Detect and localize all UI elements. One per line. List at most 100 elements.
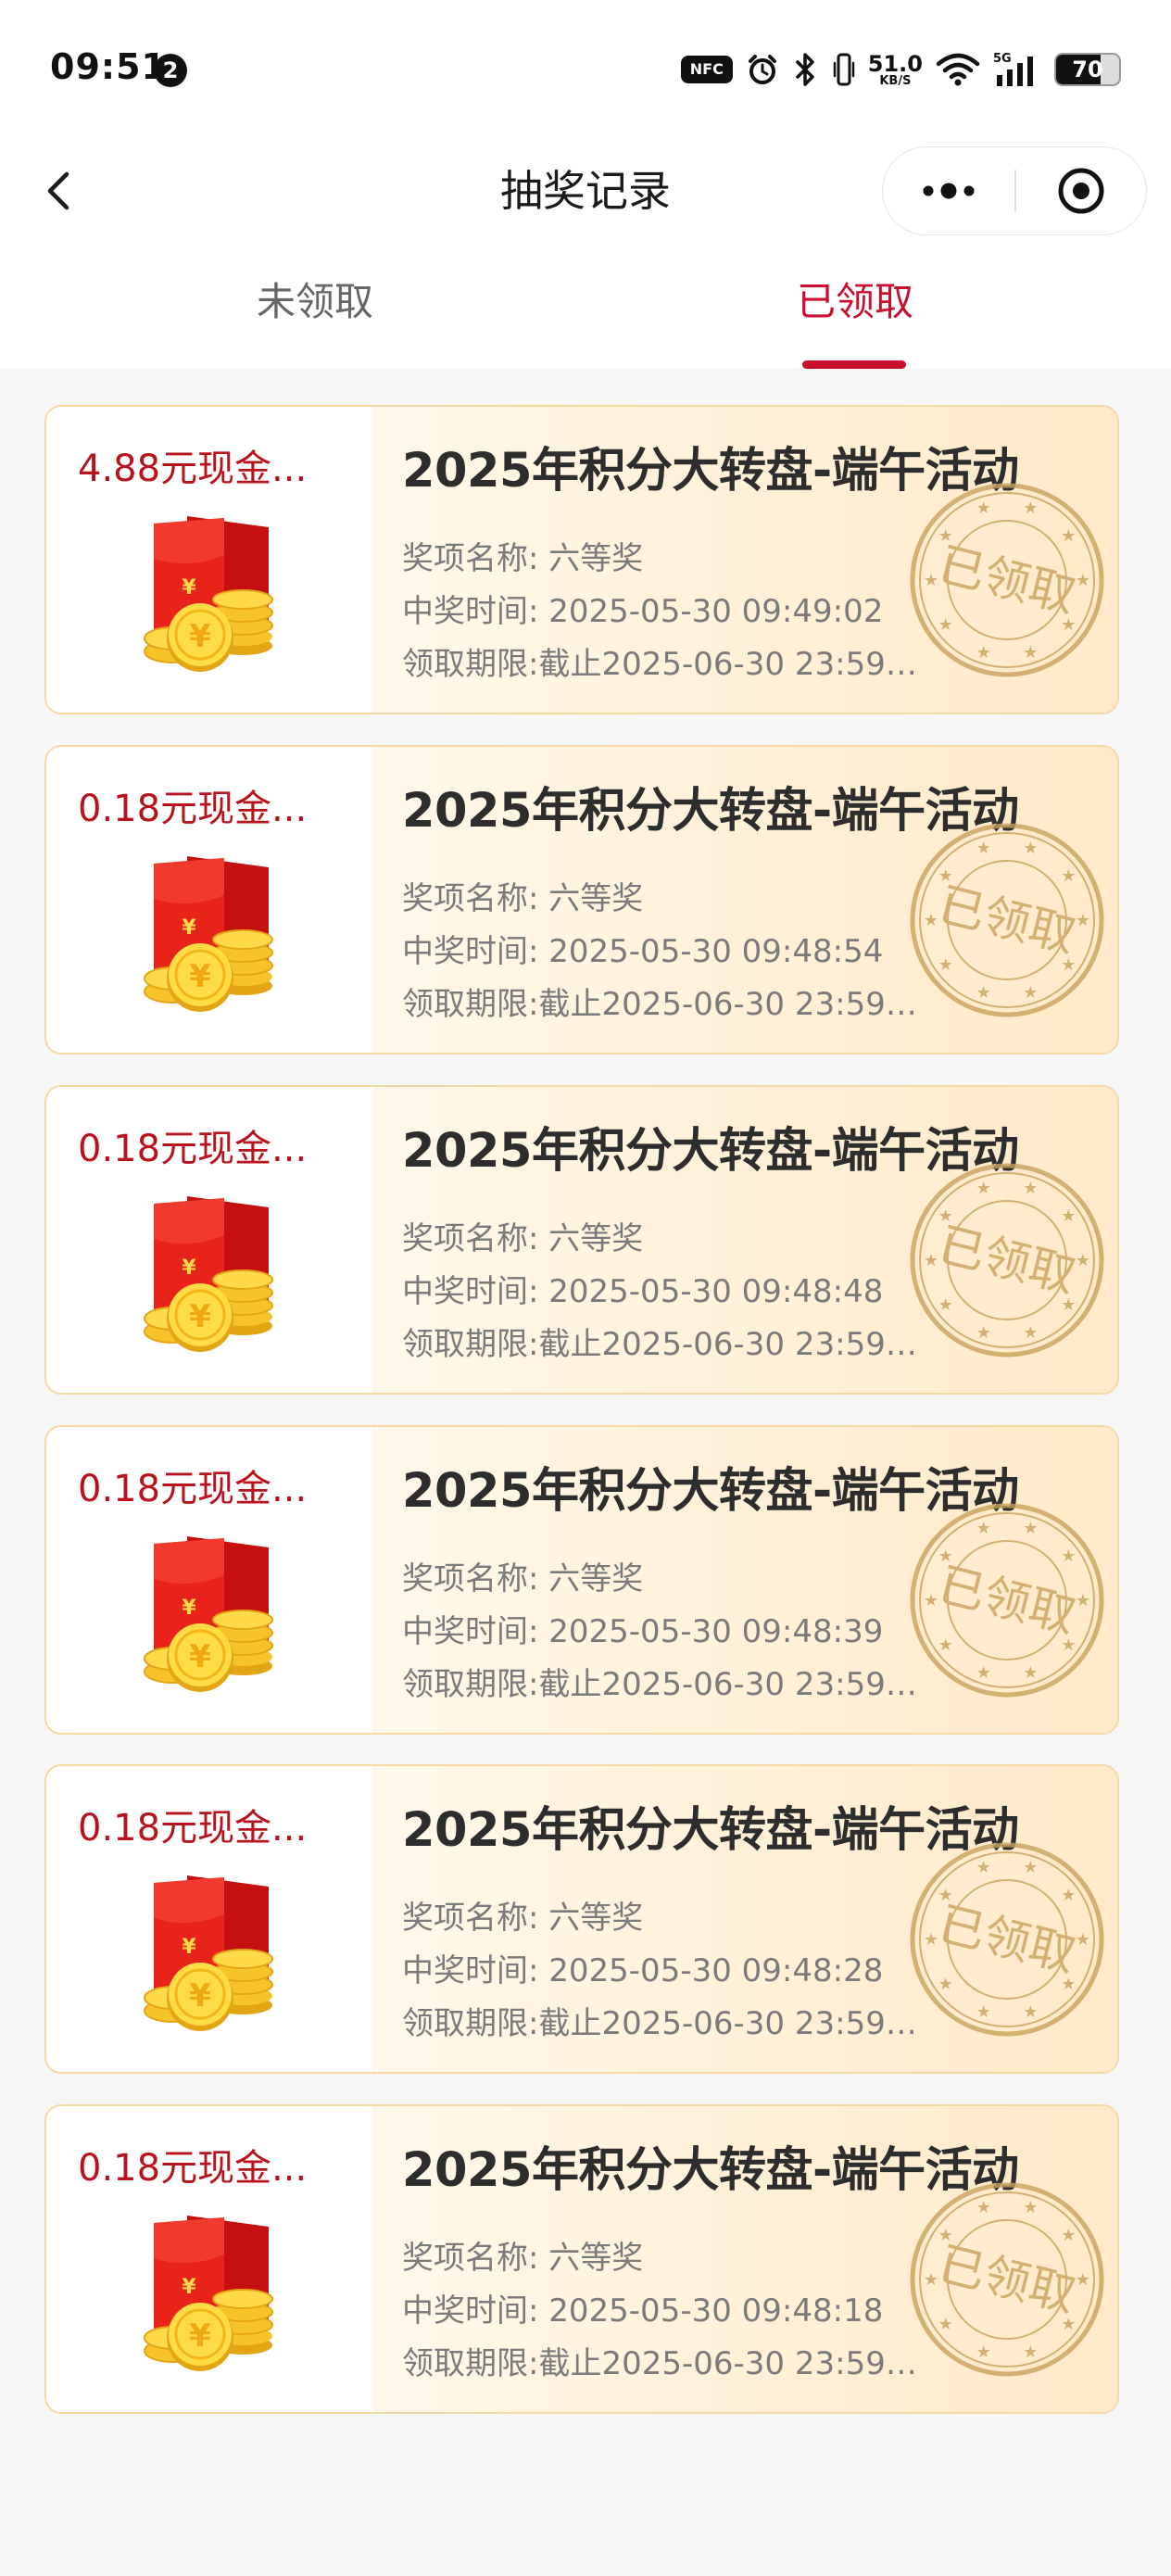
svg-text:★: ★ [1076, 571, 1090, 590]
svg-text:已领取: 已领取 [933, 1897, 1081, 1983]
record-details: 2025年积分大转盘-端午活动 奖项名称: 六等奖 中奖时间: 2025-05-… [372, 2106, 1117, 2412]
record-card[interactable]: 0.18元现金... ¥ ¥ 2025年积分大转盘-端午活动 奖项名称: 六等奖 … [44, 1425, 1119, 1735]
record-card[interactable]: 4.88元现金... ¥ ¥ 2025年积分大转盘-端午活动 奖项名称: 六等奖 … [44, 405, 1119, 714]
svg-text:★: ★ [938, 866, 953, 886]
svg-text:★: ★ [924, 2270, 938, 2290]
prize-name: 奖项名称: 六等奖 [402, 1900, 644, 1937]
svg-text:¥: ¥ [182, 2276, 196, 2299]
svg-text:★: ★ [1023, 1858, 1038, 1877]
svg-text:¥: ¥ [182, 1256, 196, 1280]
svg-text:★: ★ [938, 2226, 953, 2245]
tab-unclaimed[interactable]: 未领取 [130, 278, 500, 326]
activity-title: 2025年积分大转盘-端午活动 [402, 1464, 1019, 1519]
svg-text:★: ★ [1061, 1206, 1076, 1226]
record-card[interactable]: 0.18元现金... ¥ ¥ 2025年积分大转盘-端午活动 奖项名称: 六等奖 … [44, 1085, 1119, 1395]
red-packet-icon: ¥ ¥ [139, 2210, 280, 2377]
bluetooth-icon [792, 51, 820, 88]
more-button[interactable] [883, 147, 1014, 234]
prize-name: 奖项名称: 六等奖 [402, 2240, 644, 2277]
win-time: 中奖时间: 2025-05-30 09:48:39 [402, 1613, 884, 1650]
svg-text:★: ★ [924, 1591, 938, 1610]
status-bar: 09:51 2 NFC 51.0 KB/S 5G 70 [0, 0, 1171, 139]
record-card[interactable]: 0.18元现金... ¥ ¥ 2025年积分大转盘-端午活动 奖项名称: 六等奖 … [44, 1764, 1119, 2074]
svg-text:★: ★ [1076, 1251, 1090, 1270]
svg-text:★: ★ [1061, 615, 1076, 635]
svg-text:★: ★ [1023, 1663, 1038, 1683]
battery-icon: 70 [1054, 53, 1121, 86]
svg-text:已领取: 已领取 [933, 2237, 1081, 2323]
prize-panel: 0.18元现金... ¥ ¥ [46, 1766, 372, 2072]
svg-text:★: ★ [938, 1295, 953, 1315]
win-time: 中奖时间: 2025-05-30 09:48:28 [402, 1952, 884, 1989]
record-tabs: 未领取 已领取 [0, 269, 1171, 369]
claim-deadline: 领取期限:截止2025-06-30 23:59:... [402, 646, 921, 683]
prize-amount: 0.18元现金... [78, 1468, 308, 1510]
svg-text:★: ★ [938, 1547, 953, 1566]
svg-text:★: ★ [1061, 1886, 1076, 1905]
activity-title: 2025年积分大转盘-端午活动 [402, 2143, 1019, 2198]
prize-name: 奖项名称: 六等奖 [402, 1560, 644, 1597]
svg-text:★: ★ [938, 2315, 953, 2334]
svg-text:★: ★ [1023, 1519, 1038, 1538]
claimed-stamp-icon: ★ ★ ★ ★ ★ ★ ★ ★ ★ ★ 已领取 [908, 1840, 1106, 2039]
alarm-icon [746, 53, 779, 86]
svg-text:★: ★ [976, 983, 991, 1003]
svg-text:★: ★ [1061, 2315, 1076, 2334]
svg-text:★: ★ [938, 526, 953, 546]
win-time: 中奖时间: 2025-05-30 09:48:48 [402, 1273, 884, 1310]
svg-text:¥: ¥ [182, 1597, 196, 1620]
svg-text:★: ★ [1023, 1323, 1038, 1343]
svg-text:★: ★ [1061, 1975, 1076, 1994]
more-dots-icon [923, 183, 975, 198]
claim-deadline: 领取期限:截止2025-06-30 23:59:... [402, 1326, 921, 1363]
vibrate-icon [833, 52, 855, 87]
prize-panel: 4.88元现金... ¥ ¥ [46, 407, 372, 713]
prize-name: 奖项名称: 六等奖 [402, 1220, 644, 1257]
svg-text:★: ★ [1061, 526, 1076, 546]
svg-text:★: ★ [1023, 643, 1038, 663]
svg-text:★: ★ [1061, 1547, 1076, 1566]
claimed-stamp-icon: ★ ★ ★ ★ ★ ★ ★ ★ ★ ★ 已领取 [908, 2180, 1106, 2379]
tab-claimed[interactable]: 已领取 [670, 278, 1040, 326]
svg-text:★: ★ [938, 1975, 953, 1994]
svg-text:¥: ¥ [182, 576, 196, 600]
svg-text:★: ★ [924, 1251, 938, 1270]
svg-text:¥: ¥ [189, 618, 211, 655]
svg-text:★: ★ [938, 1886, 953, 1905]
nfc-icon: NFC [680, 56, 733, 83]
record-card[interactable]: 0.18元现金... ¥ ¥ 2025年积分大转盘-端午活动 奖项名称: 六等奖 … [44, 745, 1119, 1054]
activity-title: 2025年积分大转盘-端午活动 [402, 784, 1019, 839]
svg-text:★: ★ [1061, 1295, 1076, 1315]
notification-count-badge: 2 [154, 54, 187, 87]
record-card[interactable]: 0.18元现金... ¥ ¥ 2025年积分大转盘-端午活动 奖项名称: 六等奖 … [44, 2104, 1119, 2414]
svg-text:★: ★ [938, 1635, 953, 1655]
svg-text:★: ★ [976, 2342, 991, 2362]
claim-deadline: 领取期限:截止2025-06-30 23:59:... [402, 1666, 921, 1703]
svg-text:已领取: 已领取 [933, 537, 1081, 624]
claimed-stamp-icon: ★ ★ ★ ★ ★ ★ ★ ★ ★ ★ 已领取 [908, 1161, 1106, 1359]
close-mini-program-button[interactable] [1016, 147, 1146, 234]
svg-text:★: ★ [976, 1858, 991, 1877]
svg-text:★: ★ [976, 643, 991, 663]
svg-text:¥: ¥ [189, 1298, 211, 1335]
claim-deadline: 领取期限:截止2025-06-30 23:59:... [402, 2345, 921, 2382]
prize-name: 奖项名称: 六等奖 [402, 540, 644, 577]
svg-text:已领取: 已领取 [933, 1558, 1081, 1644]
svg-text:★: ★ [1023, 839, 1038, 858]
target-close-icon [1058, 168, 1104, 213]
svg-text:★: ★ [976, 1519, 991, 1538]
red-packet-icon: ¥ ¥ [139, 1531, 280, 1698]
claimed-stamp-icon: ★ ★ ★ ★ ★ ★ ★ ★ ★ ★ 已领取 [908, 481, 1106, 679]
network-speed-unit: KB/S [879, 73, 912, 88]
win-time: 中奖时间: 2025-05-30 09:48:54 [402, 933, 884, 970]
red-packet-icon: ¥ ¥ [139, 1870, 280, 2037]
svg-text:★: ★ [1023, 499, 1038, 518]
svg-text:★: ★ [1023, 2342, 1038, 2362]
claimed-stamp-icon: ★ ★ ★ ★ ★ ★ ★ ★ ★ ★ 已领取 [908, 821, 1106, 1019]
network-speed-value: 51.0 [867, 50, 923, 77]
svg-text:★: ★ [976, 2198, 991, 2217]
activity-title: 2025年积分大转盘-端午活动 [402, 444, 1019, 499]
svg-text:★: ★ [1076, 1591, 1090, 1610]
prize-panel: 0.18元现金... ¥ ¥ [46, 1427, 372, 1733]
win-time: 中奖时间: 2025-05-30 09:48:18 [402, 2292, 884, 2330]
